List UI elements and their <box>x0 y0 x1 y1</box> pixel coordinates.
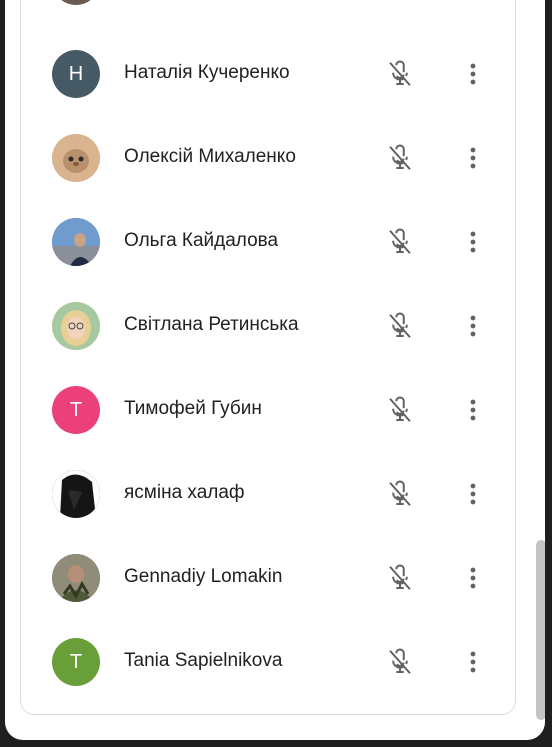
participant-row[interactable]: Т Тимофей Губин <box>21 368 515 452</box>
participant-avatar <box>52 0 100 5</box>
mic-off-icon[interactable] <box>385 479 415 509</box>
participant-name: Gennadiy Lomakin <box>124 566 283 587</box>
mic-off-icon[interactable] <box>385 395 415 425</box>
more-vert-icon[interactable] <box>465 59 481 89</box>
participant-name: Наталія Кучеренко <box>124 62 290 83</box>
participant-avatar <box>52 470 100 518</box>
participant-avatar <box>52 554 100 602</box>
mic-off-icon[interactable] <box>385 563 415 593</box>
participant-row[interactable]: Ольга Кайдалова <box>21 200 515 284</box>
mic-off-icon[interactable] <box>385 143 415 173</box>
more-vert-icon[interactable] <box>465 311 481 341</box>
participant-row[interactable]: Н Наталія Кучеренко <box>21 32 515 116</box>
participants-list: Н Наталія Кучеренко Олексій Михаленко Ол… <box>20 0 516 715</box>
participant-avatar: T <box>52 638 100 686</box>
more-vert-icon[interactable] <box>465 479 481 509</box>
more-vert-icon[interactable] <box>465 227 481 257</box>
avatar-letter: Н <box>68 62 84 85</box>
avatar-letter: T <box>69 650 83 673</box>
participant-name: Ольга Кайдалова <box>124 230 279 251</box>
more-vert-icon[interactable] <box>465 143 481 173</box>
participant-avatar: Н <box>52 50 100 98</box>
participant-row[interactable] <box>21 0 515 23</box>
participant-name: Світлана Ретинська <box>124 314 299 335</box>
avatar-letter: Т <box>69 398 83 421</box>
participant-name: Tania Sapielnikova <box>124 650 283 671</box>
participant-avatar <box>52 218 100 266</box>
more-vert-icon[interactable] <box>465 647 481 677</box>
participant-name: Тимофей Губин <box>124 398 262 419</box>
mic-off-icon[interactable] <box>385 311 415 341</box>
participant-row[interactable]: ясміна халаф <box>21 452 515 536</box>
participant-name: Олексій Михаленко <box>124 146 296 167</box>
participant-row[interactable]: T Tania Sapielnikova <box>21 620 515 704</box>
participant-avatar <box>52 134 100 182</box>
more-vert-icon[interactable] <box>465 563 481 593</box>
participant-name: ясміна халаф <box>124 482 245 503</box>
scrollbar-thumb[interactable] <box>536 540 545 720</box>
participant-row[interactable]: Олексій Михаленко <box>21 116 515 200</box>
more-vert-icon[interactable] <box>465 395 481 425</box>
mic-off-icon[interactable] <box>385 59 415 89</box>
participant-avatar: Т <box>52 386 100 434</box>
participant-avatar <box>52 302 100 350</box>
participant-row[interactable]: Gennadiy Lomakin <box>21 536 515 620</box>
participants-panel: Н Наталія Кучеренко Олексій Михаленко Ол… <box>5 0 545 740</box>
mic-off-icon[interactable] <box>385 227 415 257</box>
participant-row[interactable]: Світлана Ретинська <box>21 284 515 368</box>
mic-off-icon[interactable] <box>385 647 415 677</box>
